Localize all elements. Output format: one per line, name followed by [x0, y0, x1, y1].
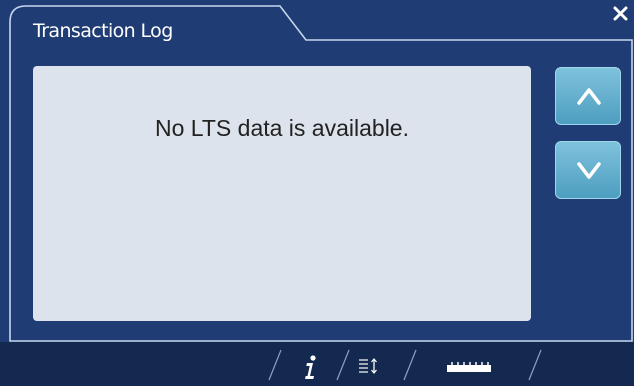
info-icon	[305, 355, 316, 379]
close-icon	[613, 6, 628, 21]
toolbar-separator	[403, 349, 417, 381]
toolbar-separator	[268, 349, 282, 381]
chevron-down-icon	[577, 162, 601, 179]
ruler-icon	[447, 362, 491, 372]
transaction-log-panel: No LTS data is available.	[33, 66, 531, 321]
close-button[interactable]	[605, 2, 631, 26]
empty-state-message: No LTS data is available.	[155, 115, 409, 141]
toolbar-separator	[528, 349, 542, 381]
ruler-button[interactable]	[444, 349, 494, 381]
info-button[interactable]	[296, 349, 326, 381]
toolbar-separator	[336, 349, 350, 381]
sort-list-icon	[359, 358, 377, 374]
scroll-up-button[interactable]	[555, 67, 621, 125]
window-title: Transaction Log	[33, 20, 173, 42]
chevron-up-icon	[577, 88, 601, 105]
sort-list-button[interactable]	[357, 349, 381, 381]
scroll-down-button[interactable]	[555, 141, 621, 199]
